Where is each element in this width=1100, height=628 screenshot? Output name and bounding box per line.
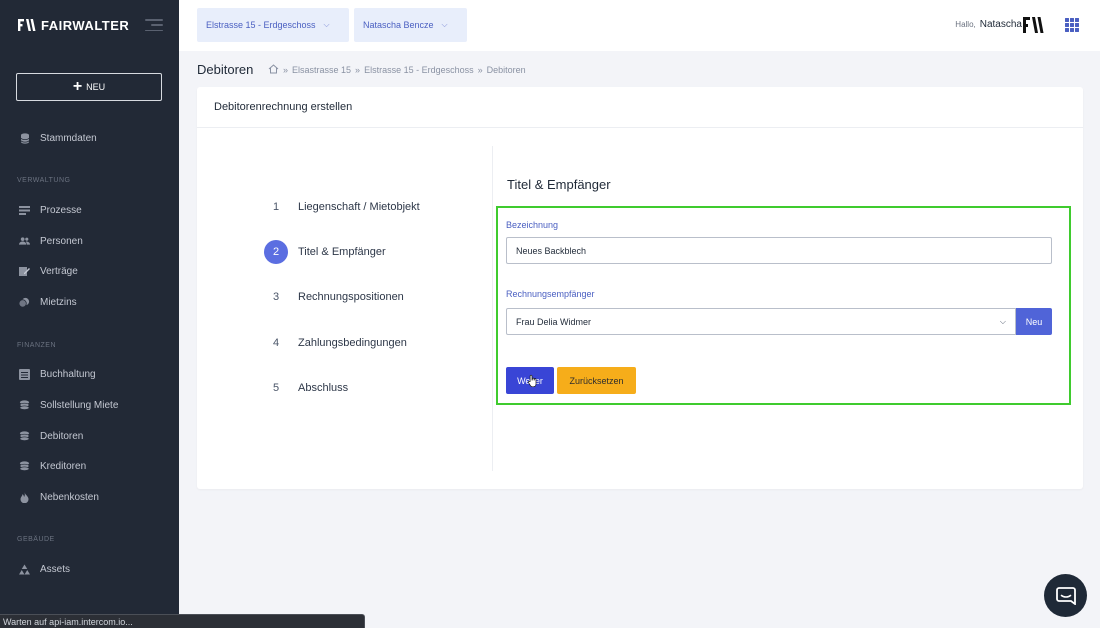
sidebar-item-label: Verträge bbox=[40, 265, 78, 277]
sidebar-item-label: Mietzins bbox=[40, 296, 77, 308]
nav-section-verwaltung: VERWALTUNG bbox=[17, 177, 71, 184]
sidebar-item-debitoren[interactable]: Debitoren bbox=[19, 428, 83, 444]
sidebar-item-label: Kreditoren bbox=[40, 460, 87, 472]
assets-icon bbox=[19, 563, 30, 575]
nav-section-finanzen: FINANZEN bbox=[17, 342, 56, 349]
invoice-card: Debitorenrechnung erstellen 1 Liegenscha… bbox=[197, 87, 1083, 489]
new-button-label: NEU bbox=[86, 82, 106, 92]
breadcrumb-item[interactable]: Elsastrasse 15 bbox=[292, 65, 351, 75]
property-select-value: Elstrasse 15 - Erdgeschoss bbox=[206, 20, 316, 30]
step-number: 5 bbox=[272, 382, 280, 394]
empfaenger-label: Rechnungsempfänger bbox=[506, 289, 595, 299]
reset-button[interactable]: Zurücksetzen bbox=[557, 367, 636, 394]
hand-cursor-icon bbox=[528, 374, 537, 387]
property-select[interactable]: Elstrasse 15 - Erdgeschoss ⌵ bbox=[197, 8, 349, 42]
person-select[interactable]: Natascha Bencze ⌵ bbox=[354, 8, 467, 42]
sidebar-item-mietzins[interactable]: Mietzins bbox=[19, 294, 77, 310]
sidebar-item-label: Stammdaten bbox=[40, 132, 97, 144]
flame-icon bbox=[19, 491, 30, 503]
step-number: 3 bbox=[272, 291, 280, 303]
sidebar-item-label: Nebenkosten bbox=[40, 491, 99, 503]
ledger-icon bbox=[19, 368, 30, 380]
coins-stack-icon bbox=[19, 461, 30, 472]
sidebar-item-kreditoren[interactable]: Kreditoren bbox=[19, 458, 86, 474]
new-recipient-button[interactable]: Neu bbox=[1016, 308, 1052, 335]
breadcrumb-separator: » bbox=[477, 65, 483, 75]
logo-text: FAIRWALTER bbox=[41, 17, 130, 33]
step-number: 1 bbox=[272, 201, 280, 213]
card-divider bbox=[492, 146, 493, 471]
sidebar-collapse-icon[interactable] bbox=[145, 19, 163, 31]
topbar: Elstrasse 15 - Erdgeschoss ⌵ Natascha Be… bbox=[179, 0, 1100, 51]
new-button[interactable]: + NEU bbox=[16, 73, 162, 101]
sidebar: FAIRWALTER + NEU Stammdaten VERWALTUNG P… bbox=[0, 0, 179, 628]
contract-edit-icon bbox=[19, 266, 30, 277]
empfaenger-select-value: Frau Delia Widmer bbox=[516, 316, 592, 327]
breadcrumb: » Elsastrasse 15 » Elstrasse 15 - Erdges… bbox=[268, 64, 526, 76]
chat-launcher-icon[interactable] bbox=[1044, 574, 1087, 617]
sidebar-item-label: Debitoren bbox=[40, 430, 84, 442]
sidebar-item-buchhaltung[interactable]: Buchhaltung bbox=[19, 366, 96, 382]
apps-grid-icon[interactable] bbox=[1065, 18, 1079, 32]
chevron-down-icon: ⌵ bbox=[441, 20, 448, 29]
title-recipient-form: Bezeichnung Neues Backblech Rechnungsemp… bbox=[496, 206, 1071, 405]
fairwalter-logo[interactable]: FAIRWALTER bbox=[18, 17, 129, 33]
step-5[interactable]: 5 Abschluss bbox=[264, 376, 348, 400]
bezeichnung-input[interactable]: Neues Backblech bbox=[506, 237, 1052, 264]
step-1[interactable]: 1 Liegenschaft / Mietobjekt bbox=[264, 195, 420, 219]
empfaenger-select[interactable]: Frau Delia Widmer ⌵ bbox=[506, 308, 1016, 335]
nav-section-gebaeude: GEBÄUDE bbox=[17, 536, 55, 543]
sidebar-item-assets[interactable]: Assets bbox=[19, 561, 70, 577]
page-title: Debitoren bbox=[197, 62, 254, 77]
card-title: Debitorenrechnung erstellen bbox=[197, 87, 1083, 128]
list-icon bbox=[19, 205, 30, 216]
breadcrumb-item[interactable]: Debitoren bbox=[487, 65, 526, 75]
plus-icon: + bbox=[72, 78, 83, 95]
sidebar-item-label: Buchhaltung bbox=[40, 368, 96, 380]
chevron-down-icon: ⌵ bbox=[323, 20, 330, 29]
home-icon[interactable] bbox=[268, 64, 279, 76]
sidebar-item-prozesse[interactable]: Prozesse bbox=[19, 202, 82, 218]
sidebar-item-label: Prozesse bbox=[40, 204, 82, 216]
step-4[interactable]: 4 Zahlungsbedingungen bbox=[264, 331, 407, 355]
coins-icon bbox=[19, 297, 30, 308]
breadcrumb-separator: » bbox=[355, 65, 361, 75]
step-label: Abschluss bbox=[298, 382, 349, 394]
step-label: Titel & Empfänger bbox=[298, 246, 386, 258]
step-label: Zahlungsbedingungen bbox=[298, 337, 407, 349]
step-number: 4 bbox=[272, 337, 280, 349]
breadcrumb-item[interactable]: Elstrasse 15 - Erdgeschoss bbox=[364, 65, 474, 75]
sidebar-item-nebenkosten[interactable]: Nebenkosten bbox=[19, 489, 99, 505]
fairwalter-mark-icon[interactable] bbox=[1023, 15, 1045, 35]
browser-status-bar: Warten auf api-iam.intercom.io... bbox=[0, 614, 365, 628]
user-greeting: Hallo, Natascha bbox=[955, 19, 1022, 30]
sidebar-item-label: Sollstellung Miete bbox=[40, 399, 119, 411]
step-label: Rechnungspositionen bbox=[298, 291, 404, 303]
sidebar-item-vertraege[interactable]: Verträge bbox=[19, 263, 78, 279]
coins-stack-icon bbox=[19, 400, 30, 411]
greeting-text: Hallo, bbox=[955, 20, 976, 29]
step-2[interactable]: 2 Titel & Empfänger bbox=[264, 240, 386, 264]
database-icon bbox=[19, 132, 30, 144]
sidebar-item-personen[interactable]: Personen bbox=[19, 233, 83, 249]
fairwalter-logo-icon bbox=[18, 17, 36, 33]
form-title: Titel & Empfänger bbox=[507, 177, 611, 192]
chevron-down-icon: ⌵ bbox=[999, 316, 1006, 326]
users-icon bbox=[19, 236, 30, 247]
sidebar-item-label: Assets bbox=[40, 563, 71, 575]
sidebar-item-label: Personen bbox=[40, 235, 83, 247]
step-number: 2 bbox=[264, 240, 288, 264]
step-3[interactable]: 3 Rechnungspositionen bbox=[264, 285, 404, 309]
person-select-value: Natascha Bencze bbox=[363, 20, 434, 30]
coins-stack-icon bbox=[19, 431, 30, 442]
sidebar-item-sollstellung-miete[interactable]: Sollstellung Miete bbox=[19, 397, 118, 413]
step-label: Liegenschaft / Mietobjekt bbox=[298, 201, 420, 213]
breadcrumb-separator: » bbox=[283, 65, 289, 75]
sidebar-item-stammdaten[interactable]: Stammdaten bbox=[19, 130, 97, 146]
bezeichnung-label: Bezeichnung bbox=[506, 220, 559, 230]
user-name: Natascha bbox=[979, 19, 1022, 30]
